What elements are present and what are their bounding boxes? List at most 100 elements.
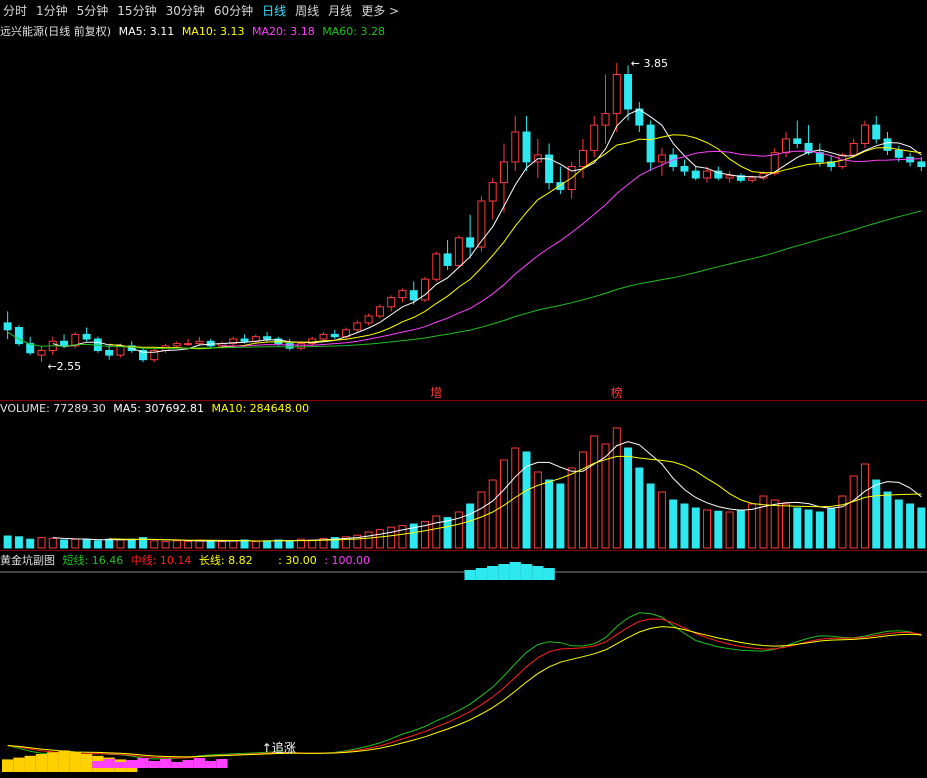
volume-bar — [578, 451, 587, 549]
golden-pit-bar — [58, 750, 70, 772]
candle-body — [319, 333, 328, 340]
volume-bar — [71, 538, 80, 549]
volume-bar — [229, 540, 238, 549]
ma60-line — [7, 210, 922, 349]
candle-body — [466, 237, 475, 248]
buy-signal-label: ↑追涨 — [262, 740, 296, 755]
volume-bar — [781, 503, 790, 549]
candle-body — [883, 138, 892, 151]
volume-bar — [759, 495, 768, 549]
kline-chart[interactable]: ← 3.85 ←2.55 增 榜 ↑追涨 — [0, 0, 927, 778]
candle-body — [296, 343, 305, 349]
candle-body — [398, 290, 407, 299]
volume-bar — [466, 503, 475, 549]
volume-bar — [646, 483, 655, 549]
candle-body — [477, 200, 486, 248]
golden-pit-bar — [13, 757, 25, 772]
volume-bar — [827, 507, 836, 549]
volume-bar — [872, 479, 881, 549]
top-signal-bar — [487, 566, 499, 580]
pit-bar — [126, 760, 138, 768]
short-line — [7, 612, 922, 760]
candle-body — [680, 166, 689, 172]
volume-bar — [251, 541, 260, 549]
candle-body — [14, 327, 23, 345]
candle-body — [691, 170, 700, 179]
volume-bar — [793, 507, 802, 549]
candle-body — [375, 306, 384, 317]
event-tag: 榜 — [611, 385, 623, 400]
pit-bar — [193, 758, 206, 768]
mid-line — [7, 618, 922, 759]
volume-bar — [206, 540, 215, 549]
candle-body — [353, 322, 362, 331]
candle-body — [657, 154, 666, 163]
candle-body — [172, 343, 181, 347]
candle-body — [781, 138, 790, 154]
candle-body — [3, 322, 12, 331]
candle-body — [240, 338, 249, 342]
volume-bar — [770, 499, 779, 549]
volume-bar — [917, 507, 926, 549]
volume-bar — [488, 479, 497, 549]
golden-pit-bar — [80, 754, 93, 772]
candle-body — [285, 343, 294, 349]
volume-bar — [815, 511, 824, 549]
top-signal-bar — [509, 562, 521, 580]
volume-bar — [545, 479, 554, 549]
volume-bar — [375, 529, 384, 549]
volume-bar — [172, 540, 181, 549]
volume-bar — [804, 509, 813, 549]
candle-body — [860, 124, 869, 144]
volume-bar — [387, 526, 396, 549]
top-signal-bar — [498, 564, 510, 580]
candle-body — [454, 237, 463, 266]
volume-bar — [691, 507, 700, 549]
vol-ma5-line — [52, 441, 922, 542]
top-signal-bar — [475, 568, 488, 580]
candle-body — [263, 336, 272, 340]
candle-body — [894, 149, 903, 158]
volume-bar — [184, 541, 193, 549]
candle-body — [195, 340, 204, 345]
candle-body — [116, 345, 125, 356]
pit-bar — [114, 762, 127, 768]
volume-bar — [26, 538, 35, 549]
volume-bar — [567, 467, 576, 549]
candle-body — [793, 138, 802, 144]
volume-bar — [82, 539, 91, 549]
golden-pit-bar — [69, 752, 81, 772]
event-tag: 增 — [430, 386, 442, 400]
candle-body — [601, 113, 610, 126]
golden-pit-bar — [35, 754, 48, 772]
top-signal-bar — [543, 568, 555, 580]
volume-bar — [669, 499, 678, 549]
volume-bar — [308, 539, 317, 549]
candle-body — [624, 74, 633, 110]
pit-bar — [216, 759, 228, 768]
volume-bar — [364, 531, 373, 549]
top-signal-bar — [532, 566, 544, 580]
volume-bar — [240, 539, 249, 549]
golden-pit-bar — [47, 752, 59, 772]
candle-body — [590, 124, 599, 151]
volume-bar — [477, 491, 486, 549]
pit-bar — [171, 762, 183, 768]
volume-bar — [703, 509, 712, 549]
volume-bar — [127, 538, 136, 549]
candle-body — [387, 297, 396, 308]
volume-bar — [105, 538, 114, 549]
volume-bar — [556, 483, 565, 549]
golden-pit-bar — [24, 755, 36, 772]
price-low-label: ←2.55 — [47, 360, 81, 373]
volume-bar — [150, 540, 159, 549]
pit-bar — [137, 758, 149, 768]
candle-body — [409, 290, 418, 301]
volume-bar — [657, 491, 666, 549]
volume-bar — [443, 517, 452, 549]
long-line — [7, 626, 922, 758]
volume-bar — [906, 503, 915, 549]
volume-bar — [161, 541, 170, 549]
pit-bar — [103, 759, 115, 768]
candle-body — [488, 182, 497, 202]
